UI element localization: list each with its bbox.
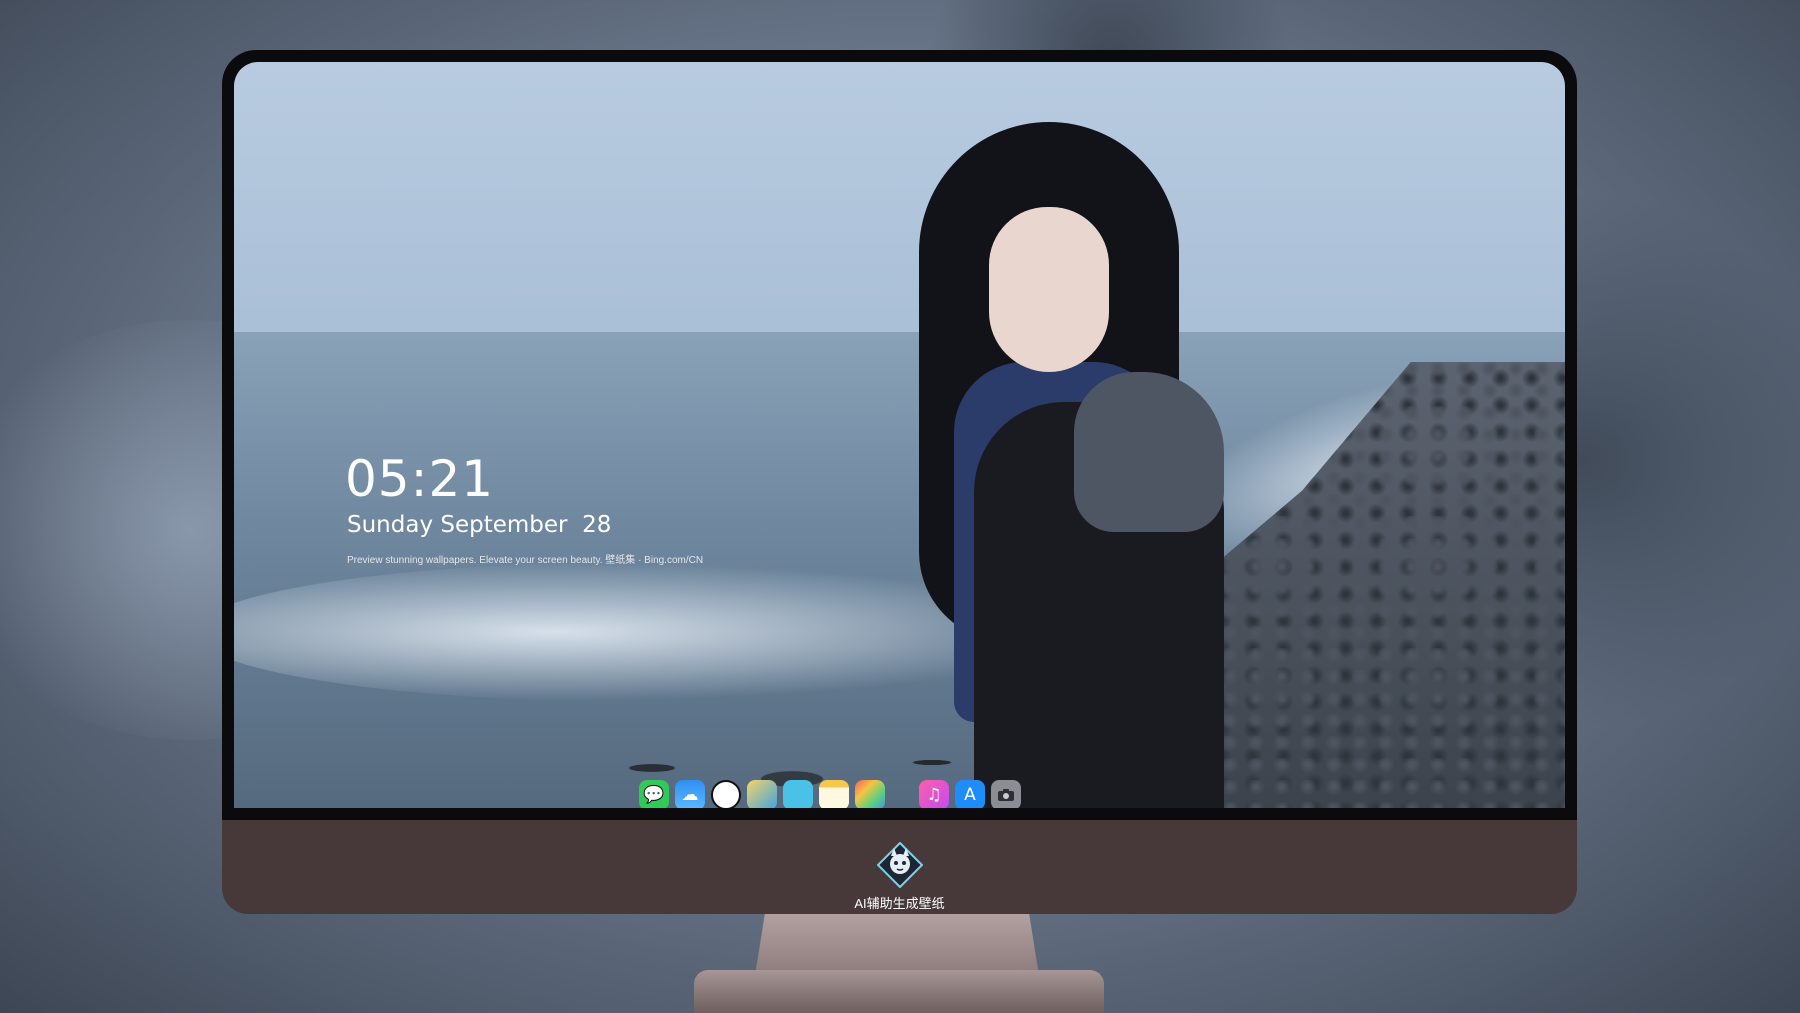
- messages-icon[interactable]: 💬: [639, 780, 669, 808]
- lockscreen-time: 05:21: [345, 450, 495, 508]
- dock: 💬 ☁ ♫ A: [639, 777, 1021, 808]
- notes-icon[interactable]: [819, 780, 849, 808]
- cat-mascot-icon: [877, 842, 923, 888]
- monitor: 05:21 Sunday September 28 Preview stunni…: [222, 50, 1577, 914]
- app-store-icon[interactable]: A: [955, 780, 985, 808]
- weather-icon[interactable]: ☁: [675, 780, 705, 808]
- monitor-stand-base: [694, 970, 1104, 1013]
- clock-icon[interactable]: [711, 780, 741, 808]
- music-icon[interactable]: ♫: [919, 780, 949, 808]
- person-face: [989, 207, 1109, 372]
- photos-icon[interactable]: [855, 780, 885, 808]
- chin-label: AI辅助生成壁纸: [854, 896, 945, 911]
- preview-icon[interactable]: [747, 780, 777, 808]
- clips-icon[interactable]: [783, 780, 813, 808]
- lockscreen-tagline: Preview stunning wallpapers. Elevate you…: [347, 555, 704, 566]
- wallpaper-person: [864, 122, 1244, 808]
- camera-glyph: [998, 789, 1014, 801]
- monitor-bezel: 05:21 Sunday September 28 Preview stunni…: [222, 50, 1577, 820]
- person-wrap: [1074, 372, 1224, 532]
- lockscreen-date: Sunday September 28: [347, 512, 612, 538]
- camera-icon[interactable]: [991, 780, 1021, 808]
- lock-screen: 05:21 Sunday September 28 Preview stunni…: [234, 62, 1565, 808]
